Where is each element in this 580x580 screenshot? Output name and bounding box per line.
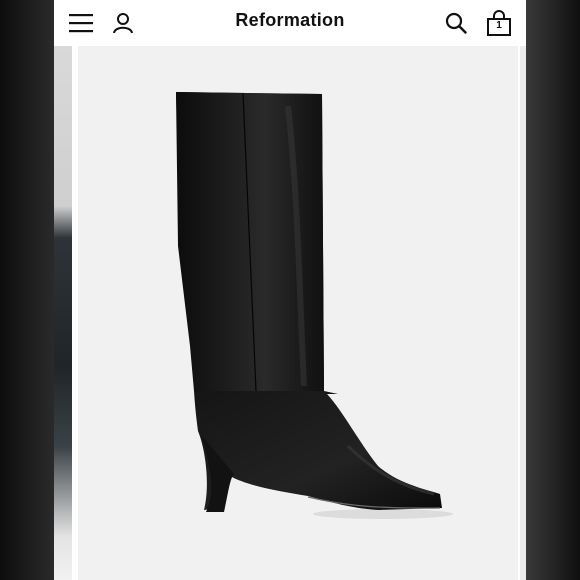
brand-logo[interactable]: Reformation xyxy=(194,10,386,31)
bag-count-badge: 1 xyxy=(496,20,502,31)
shopping-bag-button[interactable]: 1 xyxy=(482,6,516,40)
next-image-slide[interactable] xyxy=(520,46,526,580)
app-screen: Reformation 1 xyxy=(54,0,526,580)
product-image-gallery[interactable] xyxy=(54,46,526,580)
search-button[interactable] xyxy=(439,6,473,40)
top-nav-bar: Reformation 1 xyxy=(54,0,526,46)
boot-image xyxy=(176,92,453,519)
previous-image-slide[interactable] xyxy=(54,46,72,580)
left-background xyxy=(0,0,54,580)
user-account-icon xyxy=(113,13,133,34)
account-button[interactable] xyxy=(106,6,140,40)
main-product-image-slide[interactable] xyxy=(78,46,518,580)
right-background xyxy=(526,0,580,580)
menu-button[interactable] xyxy=(64,6,98,40)
hamburger-menu-icon xyxy=(69,14,93,33)
search-icon xyxy=(445,12,467,34)
